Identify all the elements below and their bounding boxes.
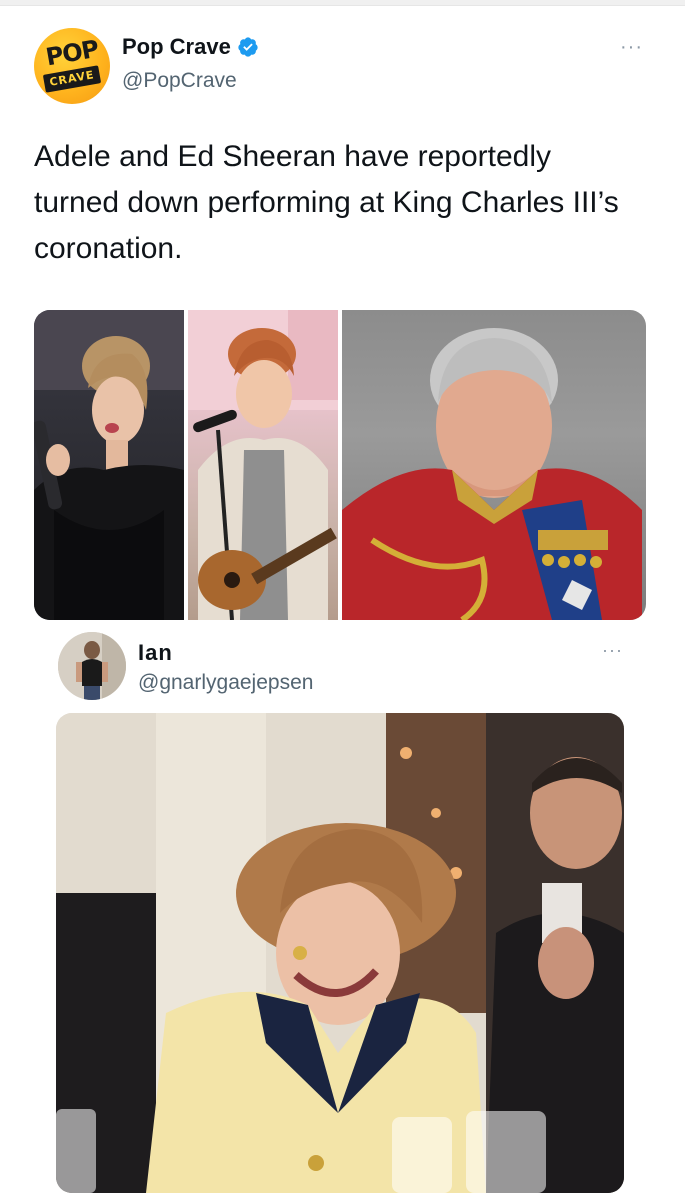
media-photo-adele[interactable] [34, 310, 184, 620]
author-name[interactable]: Pop Crave [122, 34, 231, 60]
media-photo-king-charles[interactable] [342, 310, 646, 620]
quote-avatar[interactable] [58, 632, 126, 700]
media-photo-ed-sheeran[interactable] [188, 310, 338, 620]
tweet-text: Adele and Ed Sheeran have reportedly tur… [34, 140, 619, 265]
quote-author-name[interactable]: Ian [138, 640, 173, 666]
media-grid[interactable] [34, 310, 646, 620]
charles-illustration [342, 328, 642, 620]
quote-photo-illustration [56, 713, 624, 1193]
quote-more-options-icon[interactable]: ··· [602, 640, 623, 661]
author-handle[interactable]: @PopCrave [122, 69, 237, 93]
verified-badge-icon [238, 37, 258, 57]
quote-author-handle[interactable]: @gnarlygaejepsen [138, 671, 313, 695]
avatar[interactable]: POP CRAVE [34, 28, 110, 104]
author-row: Pop Crave [122, 34, 259, 60]
ed-illustration [188, 310, 338, 620]
more-options-icon[interactable]: ··· [620, 36, 643, 59]
top-divider [0, 0, 685, 6]
quote-avatar-illustration [58, 632, 126, 700]
adele-illustration [34, 310, 184, 620]
quote-media-photo[interactable] [56, 713, 624, 1193]
